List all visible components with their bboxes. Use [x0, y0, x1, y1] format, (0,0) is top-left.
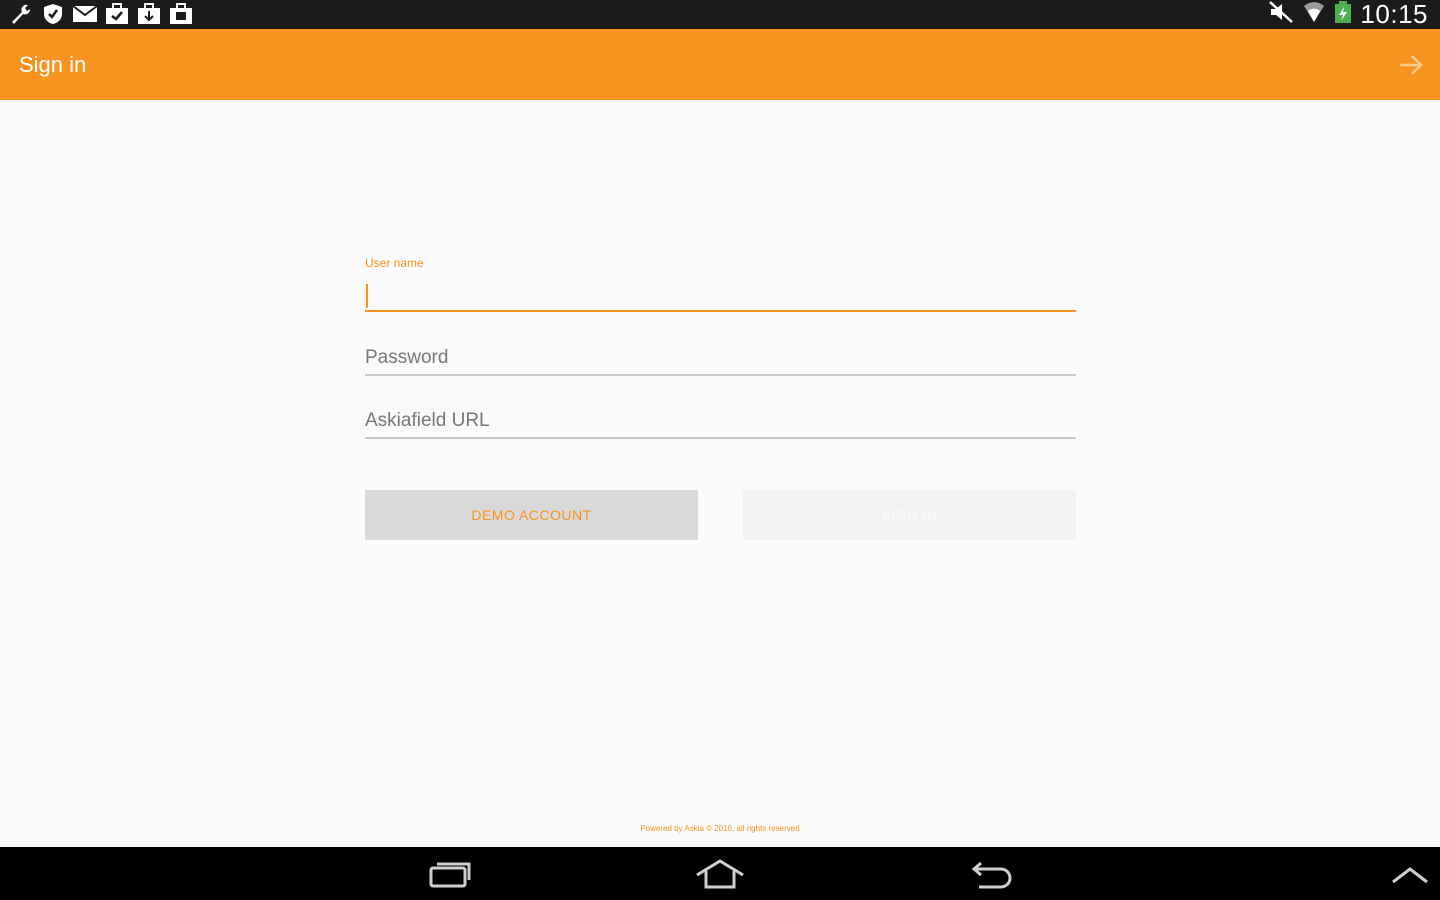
text-cursor: [366, 284, 368, 308]
demo-account-button[interactable]: DEMO ACCOUNT: [365, 490, 698, 540]
wifi-icon: [1302, 0, 1326, 29]
username-input[interactable]: [365, 278, 1076, 310]
url-input[interactable]: [365, 405, 1076, 437]
password-input[interactable]: [365, 342, 1076, 374]
wrench-icon: [8, 2, 34, 26]
navigation-bar: [0, 847, 1440, 900]
briefcase-upload-icon: [168, 2, 194, 26]
system-icons: 10:15: [1268, 0, 1428, 29]
status-bar: 10:15: [0, 0, 1440, 29]
chevron-up-icon[interactable]: [1388, 855, 1432, 893]
page-title: Sign in: [19, 52, 87, 77]
url-field[interactable]: [365, 405, 1076, 439]
sign-in-button[interactable]: SIGN IN: [743, 490, 1076, 540]
briefcase-download-icon: [136, 2, 162, 26]
username-field[interactable]: [365, 278, 1076, 312]
home-icon[interactable]: [693, 855, 747, 893]
notification-icons: [8, 2, 194, 26]
forward-arrow-icon[interactable]: [1396, 50, 1426, 80]
mail-icon: [72, 2, 98, 26]
username-underline: [365, 310, 1076, 312]
battery-charging-icon: [1334, 0, 1352, 29]
mute-icon: [1268, 0, 1294, 29]
back-icon[interactable]: [967, 855, 1017, 893]
shield-icon: [40, 2, 66, 26]
action-bar: Sign in: [0, 29, 1440, 100]
password-underline: [365, 374, 1076, 376]
status-clock: 10:15: [1360, 0, 1428, 29]
username-label: User name: [365, 256, 424, 270]
password-field[interactable]: [365, 342, 1076, 376]
footer-copyright: Powered by Askia © 2016, all rights rese…: [640, 824, 800, 833]
briefcase-check-icon: [104, 2, 130, 26]
recent-apps-icon[interactable]: [424, 855, 476, 893]
url-underline: [365, 437, 1076, 439]
